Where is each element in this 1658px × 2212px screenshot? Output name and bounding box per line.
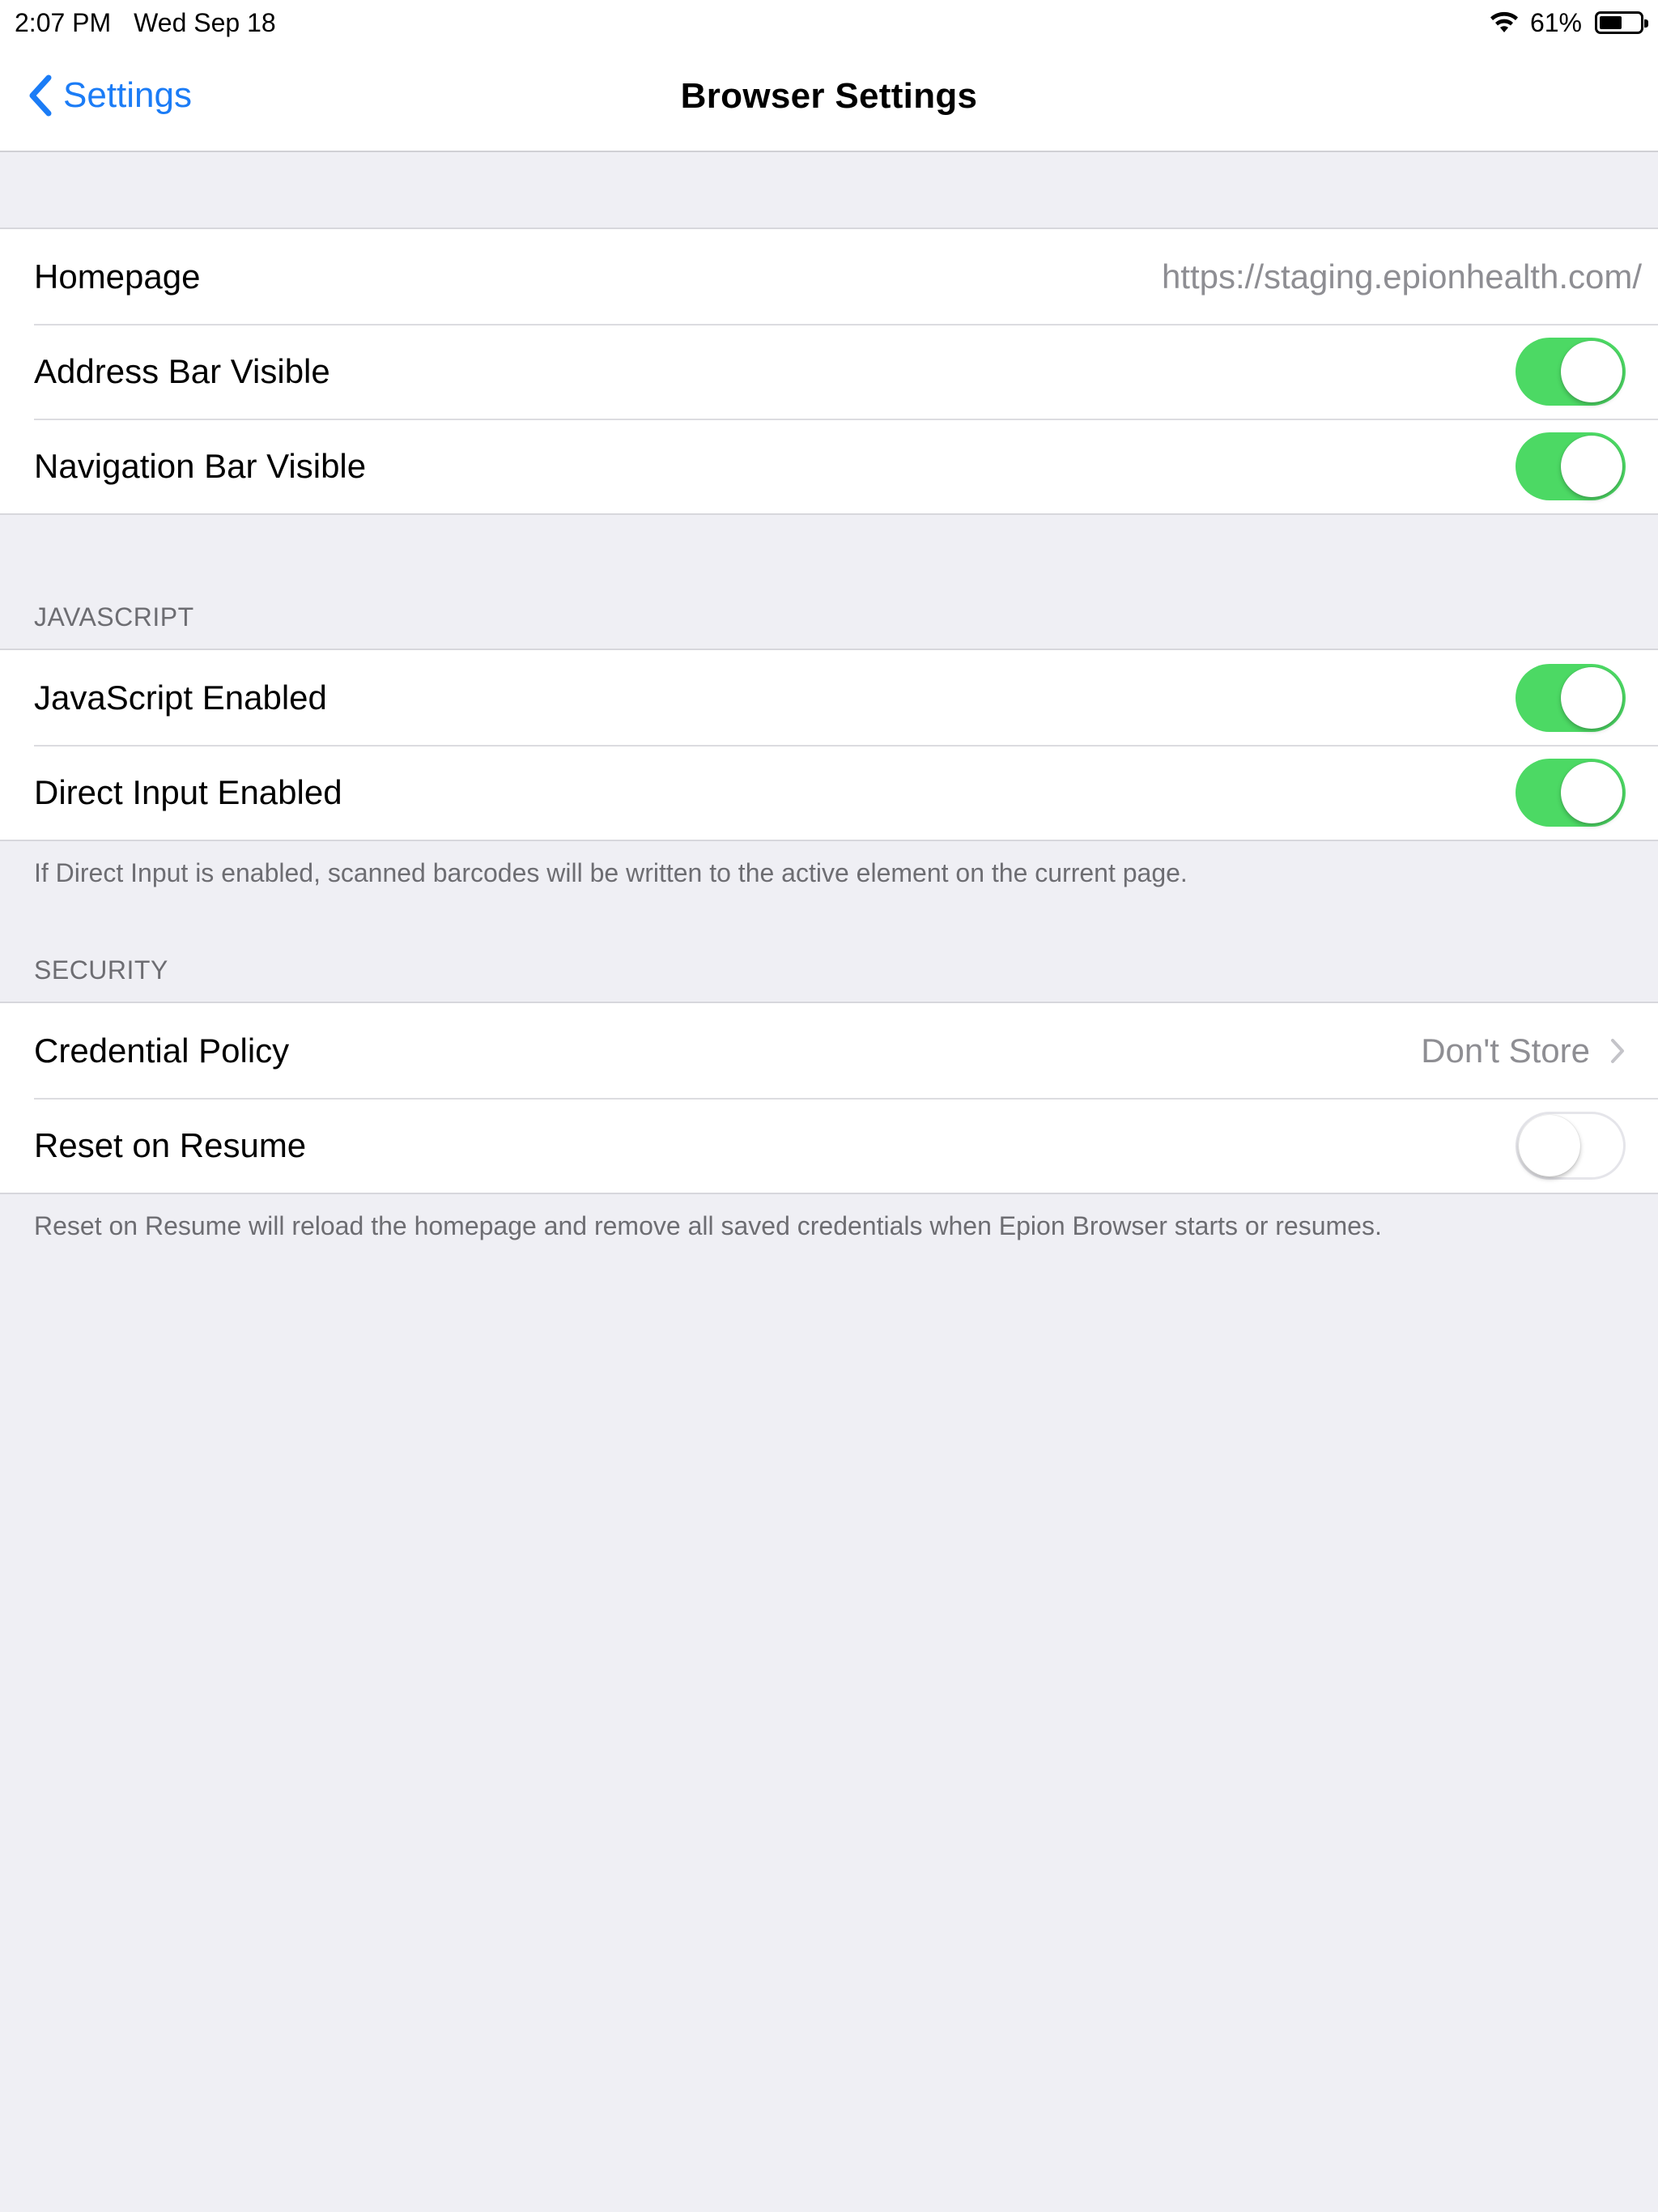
navigation-bar-toggle[interactable] (1516, 432, 1626, 500)
homepage-label: Homepage (34, 257, 201, 296)
page-title: Browser Settings (680, 76, 978, 116)
chevron-right-icon (1611, 1038, 1624, 1063)
status-right: 61% (1488, 0, 1648, 45)
security-section-header: SECURITY (34, 955, 168, 985)
navigation-bar-row: Navigation Bar Visible (0, 419, 1658, 513)
navigation-bar-label: Navigation Bar Visible (34, 446, 367, 485)
javascript-settings-group: JavaScript Enabled Direct Input Enabled (0, 649, 1658, 841)
credential-policy-value: Don't Store (1421, 1031, 1590, 1070)
battery-icon (1595, 11, 1648, 34)
battery-fill (1600, 16, 1622, 29)
status-left: 2:07 PM Wed Sep 18 (15, 0, 276, 45)
security-section-footer: Reset on Resume will reload the homepage… (34, 1211, 1382, 1240)
javascript-section-footer: If Direct Input is enabled, scanned barc… (34, 858, 1188, 887)
javascript-enabled-toggle[interactable] (1516, 663, 1626, 732)
credential-policy-detail[interactable]: Don't Store (1421, 1032, 1626, 1070)
homepage-value[interactable]: https://staging.epionhealth.com/ (1162, 257, 1642, 296)
toggle-knob (1561, 761, 1622, 823)
status-date: Wed Sep 18 (134, 8, 276, 37)
wifi-icon (1490, 11, 1518, 32)
homepage-row[interactable]: Homepage https://staging.epionhealth.com… (0, 229, 1658, 324)
direct-input-row: Direct Input Enabled (0, 745, 1658, 840)
toggle-knob (1561, 340, 1622, 402)
reset-on-resume-row: Reset on Resume (0, 1098, 1658, 1193)
credential-policy-row[interactable]: Credential Policy Don't Store (0, 1003, 1658, 1098)
address-bar-toggle[interactable] (1516, 337, 1626, 406)
security-settings-group: Credential Policy Don't Store Reset on R… (0, 1002, 1658, 1194)
javascript-section-header: JAVASCRIPT (34, 602, 194, 632)
address-bar-row: Address Bar Visible (0, 324, 1658, 419)
javascript-enabled-row: JavaScript Enabled (0, 650, 1658, 745)
direct-input-toggle[interactable] (1516, 758, 1626, 827)
general-settings-group: Homepage https://staging.epionhealth.com… (0, 228, 1658, 515)
direct-input-label: Direct Input Enabled (34, 772, 342, 811)
address-bar-label: Address Bar Visible (34, 351, 330, 390)
battery-percent: 61% (1529, 8, 1582, 37)
credential-policy-label: Credential Policy (34, 1031, 290, 1070)
navigation-bar: Settings Browser Settings (0, 45, 1658, 152)
reset-on-resume-toggle[interactable] (1516, 1111, 1626, 1180)
toggle-knob (1561, 666, 1622, 729)
reset-on-resume-label: Reset on Resume (34, 1125, 307, 1164)
status-time: 2:07 PM (15, 8, 112, 37)
javascript-enabled-label: JavaScript Enabled (34, 678, 327, 717)
toggle-knob (1519, 1114, 1580, 1176)
toggle-knob (1561, 435, 1622, 497)
battery-nub (1644, 19, 1648, 28)
status-bar: 2:07 PM Wed Sep 18 61% (0, 0, 1658, 45)
